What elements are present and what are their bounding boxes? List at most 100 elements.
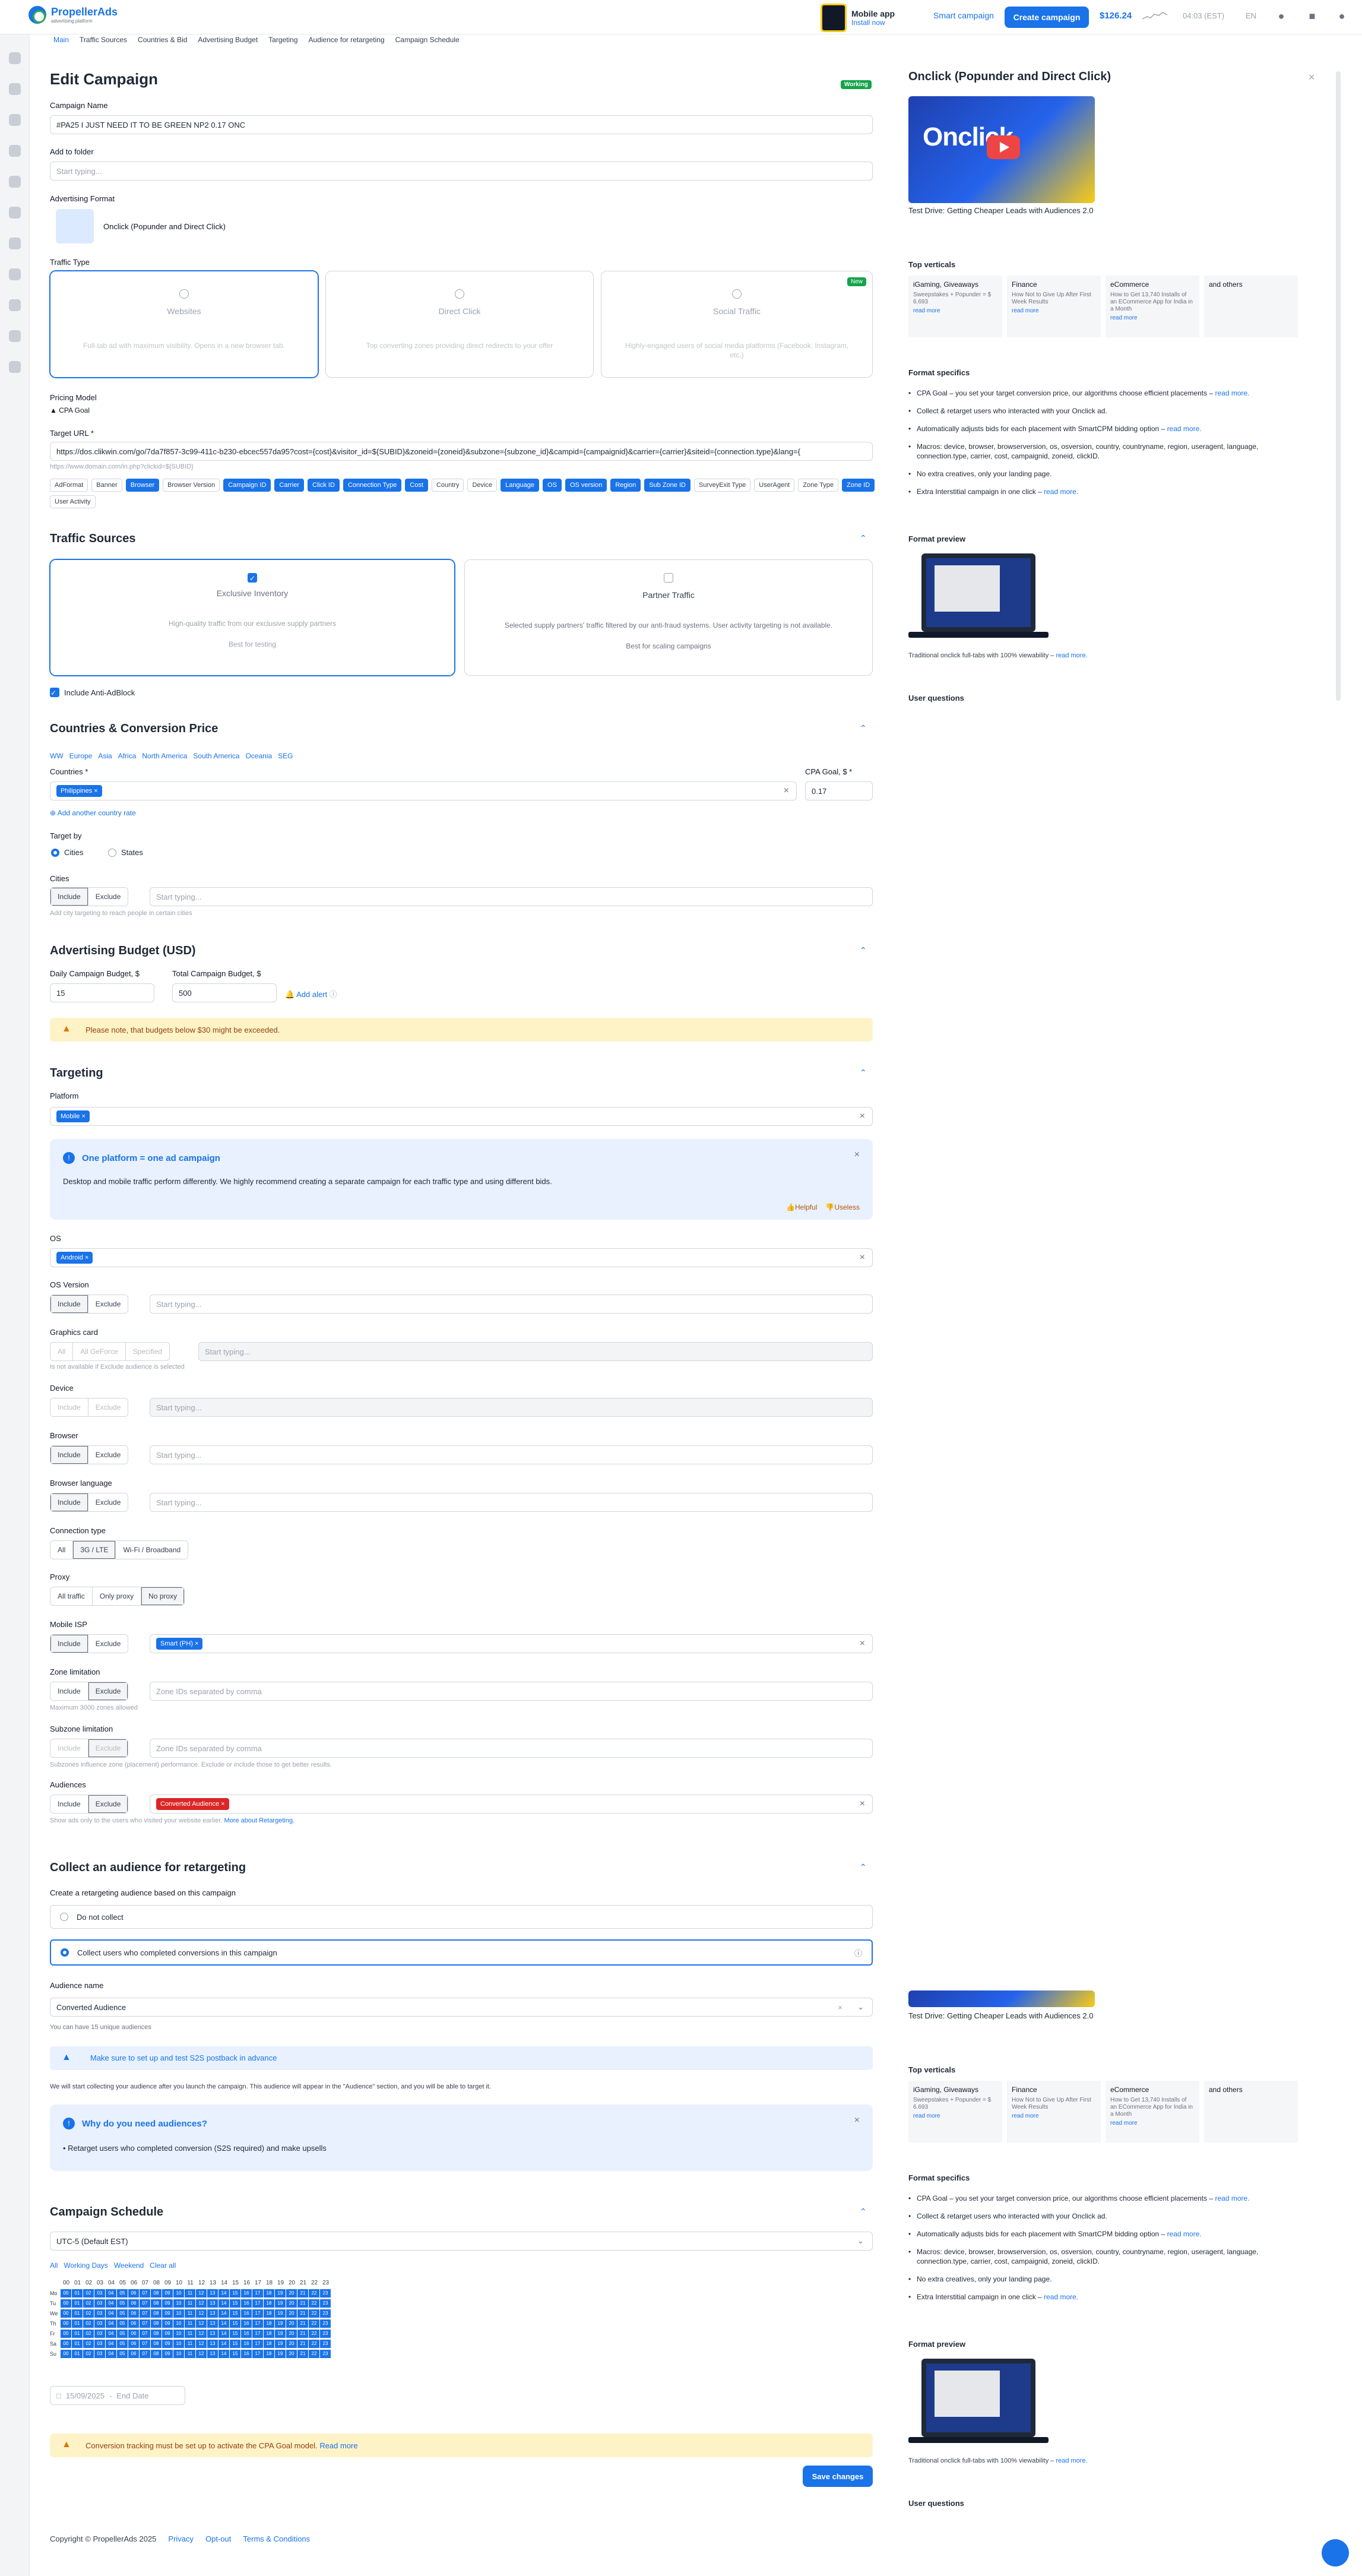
conn-all-button[interactable]: All [50,1541,74,1559]
schedule-cell[interactable]: 18 [264,2319,274,2328]
region-ww[interactable]: WW [50,752,64,760]
sidebar-campaigns-icon[interactable] [9,83,21,95]
schedule-cell[interactable]: 21 [297,2339,308,2348]
schedule-cell[interactable]: 20 [286,2329,297,2338]
schedule-cell[interactable]: 15 [230,2329,240,2338]
schedule-cell[interactable]: 16 [241,2319,252,2328]
schedule-cell[interactable]: 10 [173,2299,184,2308]
chevron-down-icon[interactable]: ⌄ [857,2002,864,2012]
install-now-link[interactable]: Install now [851,18,895,27]
audience-name-input[interactable]: Converted Audience × ⌄ [50,1998,873,2017]
do-not-collect-option[interactable]: Do not collect [50,1905,873,1929]
subnav-countries-bid[interactable]: Countries & Bid [138,36,187,51]
schedule-cell[interactable]: 18 [264,2339,274,2348]
exclusive-inventory-card[interactable]: ✓ Exclusive Inventory High-quality traff… [50,559,455,676]
schedule-cell[interactable]: 11 [185,2309,195,2318]
read-more-link[interactable]: read more. [1167,425,1202,433]
subnav-audience-retargeting[interactable]: Audience for retargeting [309,36,385,51]
cpa-input[interactable]: 0.17 [805,781,873,800]
vertical-link[interactable]: read more [1012,308,1039,314]
schedule-cell[interactable]: 03 [94,2309,105,2318]
total-budget-input[interactable]: 500 [172,983,277,1002]
schedule-cell[interactable]: 10 [173,2319,184,2328]
schedule-cell[interactable]: 22 [309,2319,319,2328]
schedule-cell[interactable]: 11 [185,2299,195,2308]
schedule-cell[interactable]: 21 [297,2349,308,2358]
schedule-cell[interactable]: 03 [94,2319,105,2328]
schedule-cell[interactable]: 17 [252,2329,263,2338]
read-more-link[interactable]: read more. [1044,2293,1078,2301]
add-alert-button[interactable]: 🔔 Add alert ⓘ [285,988,337,999]
schedule-cell[interactable]: 16 [241,2289,252,2297]
schedule-cell[interactable]: 21 [297,2319,308,2328]
schedule-cell[interactable]: 13 [207,2289,218,2297]
region-north-america[interactable]: North America [142,752,187,760]
sidebar-tracking-icon[interactable] [9,238,21,249]
logo[interactable]: PropellerAds advertising platform [28,6,118,24]
schedule-cell[interactable]: 04 [106,2339,116,2348]
schedule-cell[interactable]: 11 [185,2329,195,2338]
schedule-cell[interactable]: 08 [151,2319,161,2328]
sidebar-creatives-icon[interactable] [9,207,21,219]
schedule-cell[interactable]: 09 [162,2339,173,2348]
schedule-cell[interactable]: 12 [196,2299,207,2308]
schedule-cell[interactable]: 14 [218,2289,229,2297]
schedule-cell[interactable]: 22 [309,2289,319,2297]
schedule-cell[interactable]: 02 [83,2349,94,2358]
schedule-cell[interactable]: 19 [275,2339,286,2348]
macro-chip[interactable]: Sub Zone ID [644,479,690,492]
exclude-button[interactable]: Exclude [88,1682,128,1700]
macro-chip[interactable]: Click ID [308,479,340,492]
schedule-cell[interactable]: 20 [286,2319,297,2328]
schedule-cell[interactable]: 23 [320,2309,331,2318]
read-more-link[interactable]: read more. [1056,2457,1087,2464]
collapse-chevron-icon[interactable]: ⌃ [860,2207,867,2217]
read-more-link[interactable]: read more. [1044,488,1078,496]
schedule-cell[interactable]: 09 [162,2299,173,2308]
gc-specified-button[interactable]: Specified [125,1343,170,1360]
region-oceania[interactable]: Oceania [245,752,272,760]
schedule-cell[interactable]: 10 [173,2349,184,2358]
schedule-cell[interactable]: 07 [140,2319,150,2328]
browser-language-input[interactable]: Start typing... [150,1493,873,1512]
schedule-cell[interactable]: 05 [117,2319,128,2328]
schedule-cell[interactable]: 18 [264,2349,274,2358]
macro-chip[interactable]: AdFormat [50,479,88,492]
sidebar-settings-icon[interactable] [9,361,21,373]
schedule-cell[interactable]: 13 [207,2319,218,2328]
schedule-cell[interactable]: 00 [61,2289,71,2297]
proxy-all-button[interactable]: All traffic [50,1587,93,1605]
schedule-cell[interactable]: 08 [151,2309,161,2318]
schedule-cell[interactable]: 19 [275,2289,286,2297]
schedule-cell[interactable]: 20 [286,2299,297,2308]
privacy-link[interactable]: Privacy [168,2534,194,2543]
schedule-cell[interactable]: 20 [286,2339,297,2348]
schedule-cell[interactable]: 10 [173,2309,184,2318]
schedule-cell[interactable]: 05 [117,2289,128,2297]
schedule-weekend-link[interactable]: Weekend [114,2261,144,2270]
schedule-cell[interactable]: 16 [241,2329,252,2338]
smart-campaign-button[interactable]: Smart campaign [933,11,994,20]
user-icon[interactable]: ● [1336,10,1348,22]
schedule-cell[interactable]: 04 [106,2299,116,2308]
schedule-cell[interactable]: 05 [117,2349,128,2358]
exclude-button[interactable]: Exclude [88,1295,128,1313]
traffic-type-websites[interactable]: Websites Full-tab ad with maximum visibi… [50,271,318,378]
schedule-cell[interactable]: 15 [230,2309,240,2318]
schedule-cell[interactable]: 02 [83,2319,94,2328]
schedule-cell[interactable]: 02 [83,2329,94,2338]
schedule-cell[interactable]: 02 [83,2339,94,2348]
read-more-link[interactable]: read more. [1167,2230,1202,2238]
macro-chip[interactable]: Browser Version [163,479,220,492]
region-south-america[interactable]: South America [193,752,239,760]
zone-input[interactable]: Zone IDs separated by comma [150,1682,873,1701]
exclude-button[interactable]: Exclude [88,1446,128,1464]
read-more-link[interactable]: Read more [319,2441,357,2450]
sidebar-help-icon[interactable] [9,299,21,311]
macro-chip[interactable]: Language [501,479,540,492]
schedule-cell[interactable]: 21 [297,2309,308,2318]
target-by-states-radio[interactable]: States [108,848,143,857]
exclude-button[interactable]: Exclude [88,1795,128,1813]
schedule-cell[interactable]: 21 [297,2329,308,2338]
exclude-button[interactable]: Exclude [88,888,128,906]
